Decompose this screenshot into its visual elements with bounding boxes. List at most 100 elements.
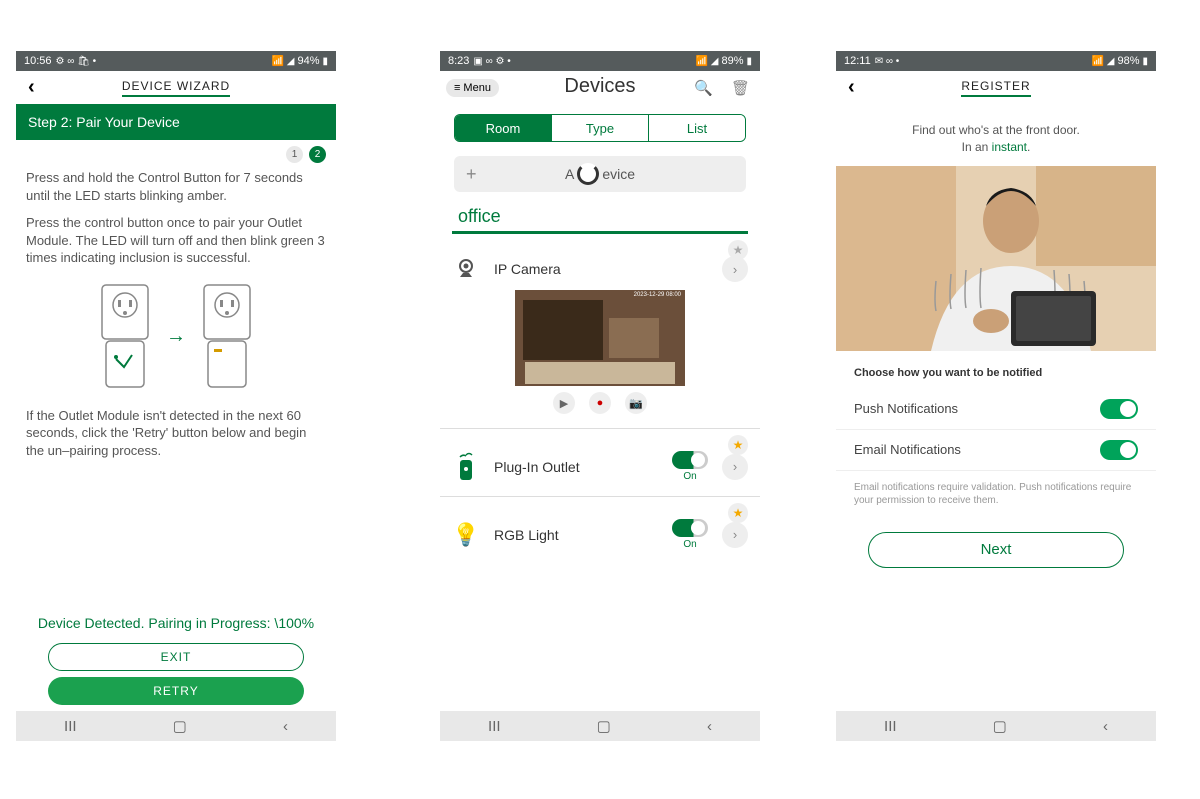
instruction-text-3: If the Outlet Module isn't detected in t… bbox=[16, 407, 336, 470]
page-title: Devices bbox=[564, 75, 635, 100]
app-header: ‹ DEVICE WIZARD bbox=[16, 71, 336, 104]
battery-icon: ▮ bbox=[746, 56, 752, 67]
arrow-right-icon: → bbox=[166, 325, 186, 348]
loading-spinner-icon bbox=[577, 163, 599, 185]
exit-button[interactable]: EXIT bbox=[48, 643, 304, 671]
email-toggle[interactable] bbox=[1100, 440, 1138, 460]
hero-image bbox=[836, 166, 1156, 351]
status-bar: 8:23 ▣ ∞ ⚙ • 📶 ◢ 89% ▮ bbox=[440, 51, 760, 71]
section-title: Choose how you want to be notified bbox=[836, 351, 1156, 389]
intro-highlight: instant bbox=[992, 140, 1027, 154]
chevron-right-icon[interactable]: › bbox=[722, 522, 748, 548]
toggle-state: On bbox=[683, 471, 696, 482]
hamburger-icon: ≡ bbox=[454, 82, 460, 94]
menu-button[interactable]: ≡ Menu bbox=[446, 79, 499, 97]
instruction-text-2: Press the control button once to pair yo… bbox=[16, 214, 336, 277]
add-label-right: evice bbox=[602, 166, 635, 182]
nav-back-icon[interactable]: ‹ bbox=[283, 718, 288, 735]
intro-line-1: Find out who's at the front door. bbox=[846, 122, 1146, 139]
trash-icon[interactable]: 🗑 bbox=[731, 79, 750, 97]
status-icons-left: ⚙ ∞ 🛍 • bbox=[56, 56, 97, 67]
seg-room[interactable]: Room bbox=[455, 115, 551, 141]
record-icon[interactable]: ● bbox=[589, 392, 611, 414]
chevron-right-icon[interactable]: › bbox=[722, 454, 748, 480]
android-navbar: III ▢ ‹ bbox=[836, 711, 1156, 741]
push-toggle[interactable] bbox=[1100, 399, 1138, 419]
device-row-light: ★ 💡 RGB Light On › bbox=[440, 497, 760, 564]
nav-home-icon[interactable]: ▢ bbox=[993, 717, 1007, 735]
favorite-star-icon[interactable]: ★ bbox=[728, 435, 748, 455]
seg-list[interactable]: List bbox=[648, 115, 745, 141]
camera-icon bbox=[452, 257, 480, 281]
power-toggle[interactable] bbox=[672, 519, 708, 537]
power-toggle[interactable] bbox=[672, 451, 708, 469]
seg-type[interactable]: Type bbox=[551, 115, 648, 141]
device-name[interactable]: IP Camera bbox=[494, 261, 708, 277]
menu-label: Menu bbox=[463, 82, 491, 94]
plug-icon bbox=[452, 452, 480, 482]
app-header: ‹ REGISTER bbox=[836, 71, 1156, 104]
nav-back-icon[interactable]: ‹ bbox=[1103, 718, 1108, 735]
snapshot-icon[interactable]: 📷 bbox=[625, 392, 647, 414]
android-navbar: III ▢ ‹ bbox=[16, 711, 336, 741]
favorite-star-icon[interactable]: ★ bbox=[728, 503, 748, 523]
status-icons-left: ▣ ∞ ⚙ • bbox=[473, 56, 510, 67]
wifi-signal-icons: 📶 ◢ bbox=[272, 56, 295, 67]
battery-icon: ▮ bbox=[322, 56, 328, 67]
chevron-right-icon[interactable]: › bbox=[722, 256, 748, 282]
add-device-button[interactable]: + A evice bbox=[454, 156, 746, 192]
email-label: Email Notifications bbox=[854, 442, 961, 457]
fine-print: Email notifications require validation. … bbox=[836, 471, 1156, 518]
clock: 8:23 bbox=[448, 55, 469, 67]
add-label-left: A bbox=[565, 166, 574, 182]
favorite-star-icon[interactable]: ★ bbox=[728, 240, 748, 260]
back-arrow-icon[interactable]: ‹ bbox=[28, 76, 35, 99]
nav-recents-icon[interactable]: III bbox=[884, 718, 897, 735]
step-banner: Step 2: Pair Your Device bbox=[16, 104, 336, 140]
wifi-signal-icons: 📶 ◢ bbox=[1092, 56, 1115, 67]
device-row-outlet: ★ Plug-In Outlet On › bbox=[440, 429, 760, 497]
battery-pct: 98% bbox=[1117, 55, 1139, 67]
device-row-camera: ★ IP Camera › 2023-12-29 08:00 ▶ ● 📷 bbox=[440, 234, 760, 429]
back-arrow-icon[interactable]: ‹ bbox=[848, 76, 855, 99]
android-navbar: III ▢ ‹ bbox=[440, 711, 760, 741]
nav-recents-icon[interactable]: III bbox=[64, 718, 77, 735]
next-button[interactable]: Next bbox=[868, 532, 1124, 568]
phone-screen-devices: 8:23 ▣ ∞ ⚙ • 📶 ◢ 89% ▮ ≡ Menu Devices 🔍 … bbox=[440, 51, 760, 741]
outlet-before-icon bbox=[98, 283, 152, 391]
camera-preview[interactable]: 2023-12-29 08:00 bbox=[515, 290, 685, 386]
retry-button[interactable]: RETRY bbox=[48, 677, 304, 705]
battery-icon: ▮ bbox=[1142, 56, 1148, 67]
nav-recents-icon[interactable]: III bbox=[488, 718, 501, 735]
push-label: Push Notifications bbox=[854, 401, 958, 416]
nav-home-icon[interactable]: ▢ bbox=[597, 717, 611, 735]
status-bar: 10:56 ⚙ ∞ 🛍 • 📶 ◢ 94% ▮ bbox=[16, 51, 336, 71]
room-header: office bbox=[452, 196, 748, 234]
view-segmented-control: Room Type List bbox=[454, 114, 746, 142]
nav-back-icon[interactable]: ‹ bbox=[707, 718, 712, 735]
clock: 10:56 bbox=[24, 55, 52, 67]
search-icon[interactable]: 🔍 bbox=[694, 79, 713, 97]
nav-home-icon[interactable]: ▢ bbox=[173, 717, 187, 735]
device-name[interactable]: RGB Light bbox=[494, 527, 658, 543]
clock: 12:11 bbox=[844, 55, 871, 67]
phone-screen-register: 12:11 ✉ ∞ • 📶 ◢ 98% ▮ ‹ REGISTER Find ou… bbox=[836, 51, 1156, 741]
pairing-diagram: → bbox=[16, 277, 336, 407]
intro-text: Find out who's at the front door. In an … bbox=[836, 104, 1156, 166]
bulb-icon: 💡 bbox=[452, 522, 480, 548]
push-notif-row: Push Notifications bbox=[836, 389, 1156, 430]
phone-screen-wizard: 10:56 ⚙ ∞ 🛍 • 📶 ◢ 94% ▮ ‹ DEVICE WIZARD … bbox=[16, 51, 336, 741]
step-indicator: 1 2 bbox=[16, 140, 336, 169]
step-dot-2[interactable]: 2 bbox=[309, 146, 326, 163]
step-dot-1[interactable]: 1 bbox=[286, 146, 303, 163]
status-bar: 12:11 ✉ ∞ • 📶 ◢ 98% ▮ bbox=[836, 51, 1156, 71]
page-title: REGISTER bbox=[961, 79, 1030, 97]
battery-pct: 94% bbox=[297, 55, 319, 67]
app-header: ≡ Menu Devices 🔍 🗑 bbox=[440, 71, 760, 104]
camera-controls: ▶ ● 📷 bbox=[452, 392, 748, 414]
instruction-text-1: Press and hold the Control Button for 7 … bbox=[16, 169, 336, 214]
device-name[interactable]: Plug-In Outlet bbox=[494, 459, 658, 475]
pairing-status: Device Detected. Pairing in Progress: \1… bbox=[16, 609, 336, 637]
play-icon[interactable]: ▶ bbox=[553, 392, 575, 414]
status-icons-left: ✉ ∞ • bbox=[875, 56, 900, 67]
